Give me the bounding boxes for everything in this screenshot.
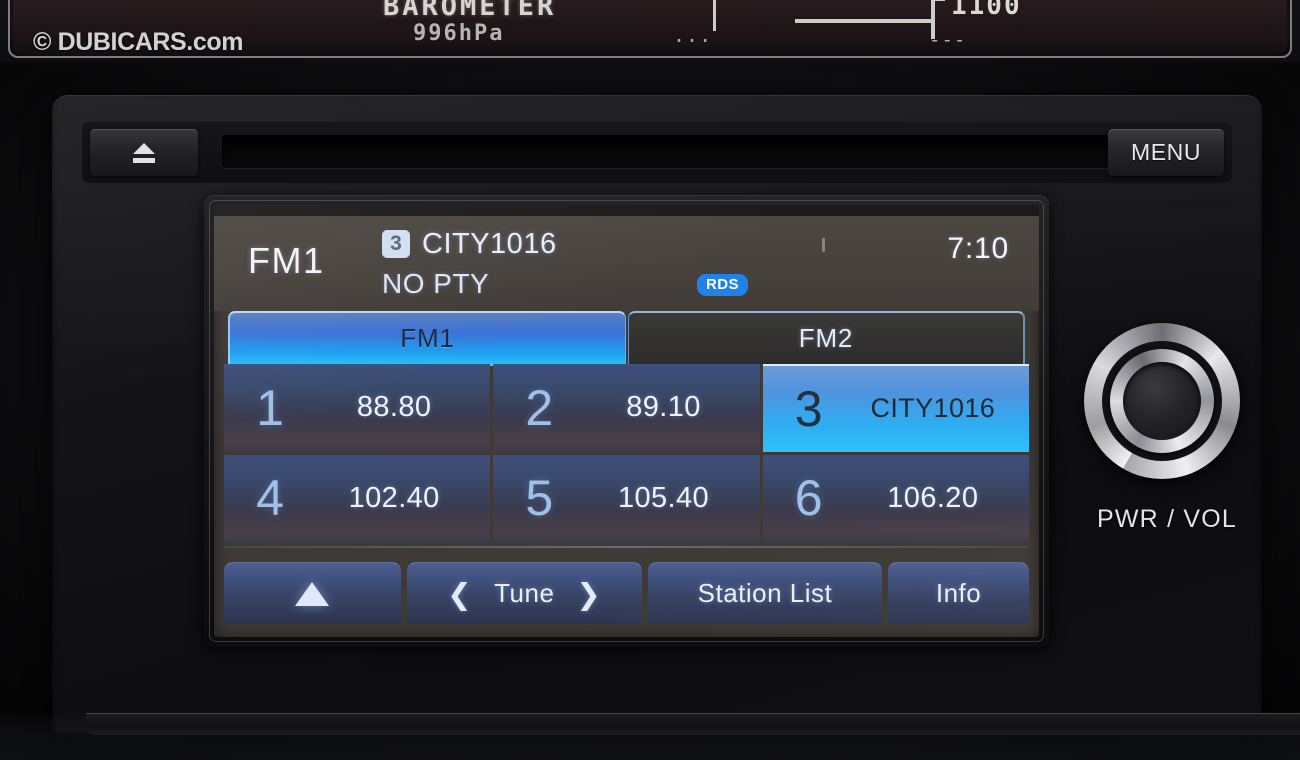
tab-fm1[interactable]: FM1 (228, 311, 626, 364)
knob-ring-gap (1102, 341, 1222, 461)
current-station-name: CITY1016 (422, 228, 557, 260)
chevron-left-icon[interactable]: ❮ (447, 577, 472, 611)
tab-fm2[interactable]: FM2 (628, 311, 1025, 364)
power-volume-knob-area: PWR / VOL (1074, 323, 1264, 573)
screen-bezel: FM1 3 CITY1016 NO PTY RDS 7:10 FM1 FM2 1… (204, 195, 1049, 647)
info-button[interactable]: Info (888, 562, 1029, 624)
preset-number: 2 (525, 379, 554, 436)
action-button-row: ❮ Tune ❯ Station List Info (224, 562, 1029, 624)
preset-button-4[interactable]: 4 102.40 (224, 454, 491, 542)
preset-value: CITY1016 (870, 393, 996, 424)
knob-inner-ring (1110, 349, 1214, 453)
cluster-divider (713, 0, 716, 31)
preset-number: 3 (794, 380, 823, 437)
preset-value: 88.80 (356, 391, 432, 424)
cluster-graph-line (795, 19, 935, 23)
preset-button-6[interactable]: 6 106.20 (762, 454, 1029, 542)
lcd-screen[interactable]: FM1 3 CITY1016 NO PTY RDS 7:10 FM1 FM2 1… (214, 205, 1039, 637)
triangle-up-icon (295, 581, 330, 606)
instrument-cluster-panel: BAROMETER 996hPa ... 1100 --- (8, 0, 1292, 58)
screenshot-root: BAROMETER 996hPa ... 1100 --- © DUBICARS… (0, 0, 1300, 760)
cd-slot[interactable] (222, 135, 1132, 168)
cluster-dots: ... (673, 23, 713, 47)
preset-number: 1 (256, 379, 284, 436)
lcd-top-edge (214, 205, 1039, 216)
preset-number: 4 (256, 470, 284, 527)
preset-value: 106.20 (887, 481, 979, 514)
preset-button-3[interactable]: 3 CITY1016 (762, 364, 1029, 452)
tune-label: Tune (494, 578, 555, 608)
preset-value: 89.10 (626, 391, 701, 424)
eject-triangle (133, 142, 155, 154)
tune-button[interactable]: ❮ Tune ❯ (406, 562, 642, 624)
instrument-cluster-display: BAROMETER 996hPa ... 1100 --- (13, 0, 1287, 53)
clock: 7:10 (947, 232, 1009, 265)
chevron-right-icon[interactable]: ❯ (576, 577, 601, 611)
eject-bar (133, 157, 155, 163)
cluster-graph-cap (931, 0, 945, 1)
instrument-cluster-strip: BAROMETER 996hPa ... 1100 --- (0, 0, 1300, 62)
action-row-divider (224, 546, 1029, 548)
current-band-label: FM1 (248, 240, 325, 281)
station-list-button[interactable]: Station List (647, 562, 883, 624)
rds-badge: RDS (697, 274, 748, 296)
cluster-dash: --- (929, 29, 967, 51)
power-volume-label: PWR / VOL (1097, 505, 1237, 533)
head-unit-faceplate: MENU FM1 3 CITY1016 NO PTY RDS 7:10 FM1 … (52, 95, 1300, 735)
current-preset-badge: 3 (382, 230, 410, 258)
knob-cap[interactable] (1123, 362, 1201, 440)
cluster-number: 1100 (951, 0, 1022, 21)
preset-value: 102.40 (348, 481, 440, 514)
preset-button-1[interactable]: 1 88.80 (224, 364, 491, 452)
faceplate-bottom-trim (86, 713, 1300, 735)
band-tab-row: FM1 FM2 (228, 311, 1025, 364)
eject-icon (133, 142, 155, 163)
preset-grid: 1 88.80 2 89.10 3 CITY1016 4 102.40 5 10… (224, 364, 1029, 542)
menu-button[interactable]: MENU (1108, 129, 1224, 176)
radio-header: FM1 3 CITY1016 NO PTY RDS 7:10 (214, 216, 1039, 311)
preset-number: 6 (794, 470, 823, 527)
eject-button[interactable] (90, 129, 198, 176)
barometer-value: 996hPa (413, 21, 505, 46)
signal-indicator-icon (822, 238, 825, 252)
scan-up-button[interactable] (224, 562, 401, 624)
power-volume-knob[interactable] (1084, 323, 1240, 479)
preset-button-5[interactable]: 5 105.40 (493, 454, 760, 542)
head-unit-top-bar: MENU (82, 121, 1232, 183)
barometer-label: BAROMETER (383, 0, 557, 22)
pty-text: NO PTY (382, 268, 490, 299)
preset-button-2[interactable]: 2 89.10 (493, 364, 760, 452)
preset-number: 5 (525, 470, 554, 527)
preset-value: 105.40 (617, 481, 710, 514)
